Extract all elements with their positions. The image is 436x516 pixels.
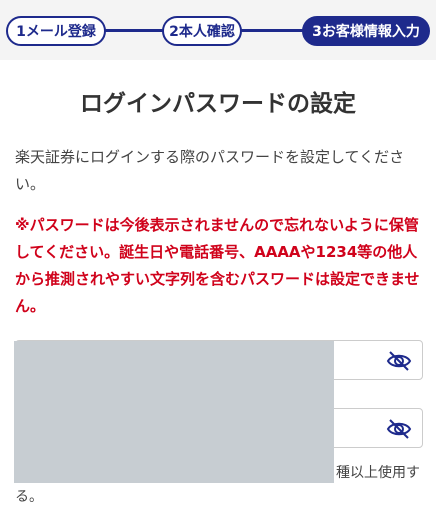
eye-slash-icon[interactable]	[386, 349, 412, 373]
step-identity-verification: 2本人確認	[162, 16, 242, 46]
eye-slash-icon[interactable]	[386, 417, 412, 441]
password-rule-hint: 種以上使用す	[336, 465, 420, 481]
step-customer-info: 3お客様情報入力	[302, 16, 430, 46]
stepper-connector	[240, 29, 304, 32]
password-rule-hint-continued: る。	[15, 489, 43, 505]
progress-stepper: 1メール登録 2本人確認 3お客様情報入力	[0, 0, 436, 60]
page-title: ログインパスワードの設定	[80, 91, 356, 117]
redacted-overlay	[14, 341, 334, 483]
page-description: 楽天証券にログインする際のパスワードを設定してください。	[15, 148, 405, 193]
password-warning: ※パスワードは今後表示されませんので忘れないように保管してください。誕生日や電話…	[15, 216, 420, 315]
stepper-connector	[104, 29, 164, 32]
step-mail-registration: 1メール登録	[6, 16, 106, 46]
